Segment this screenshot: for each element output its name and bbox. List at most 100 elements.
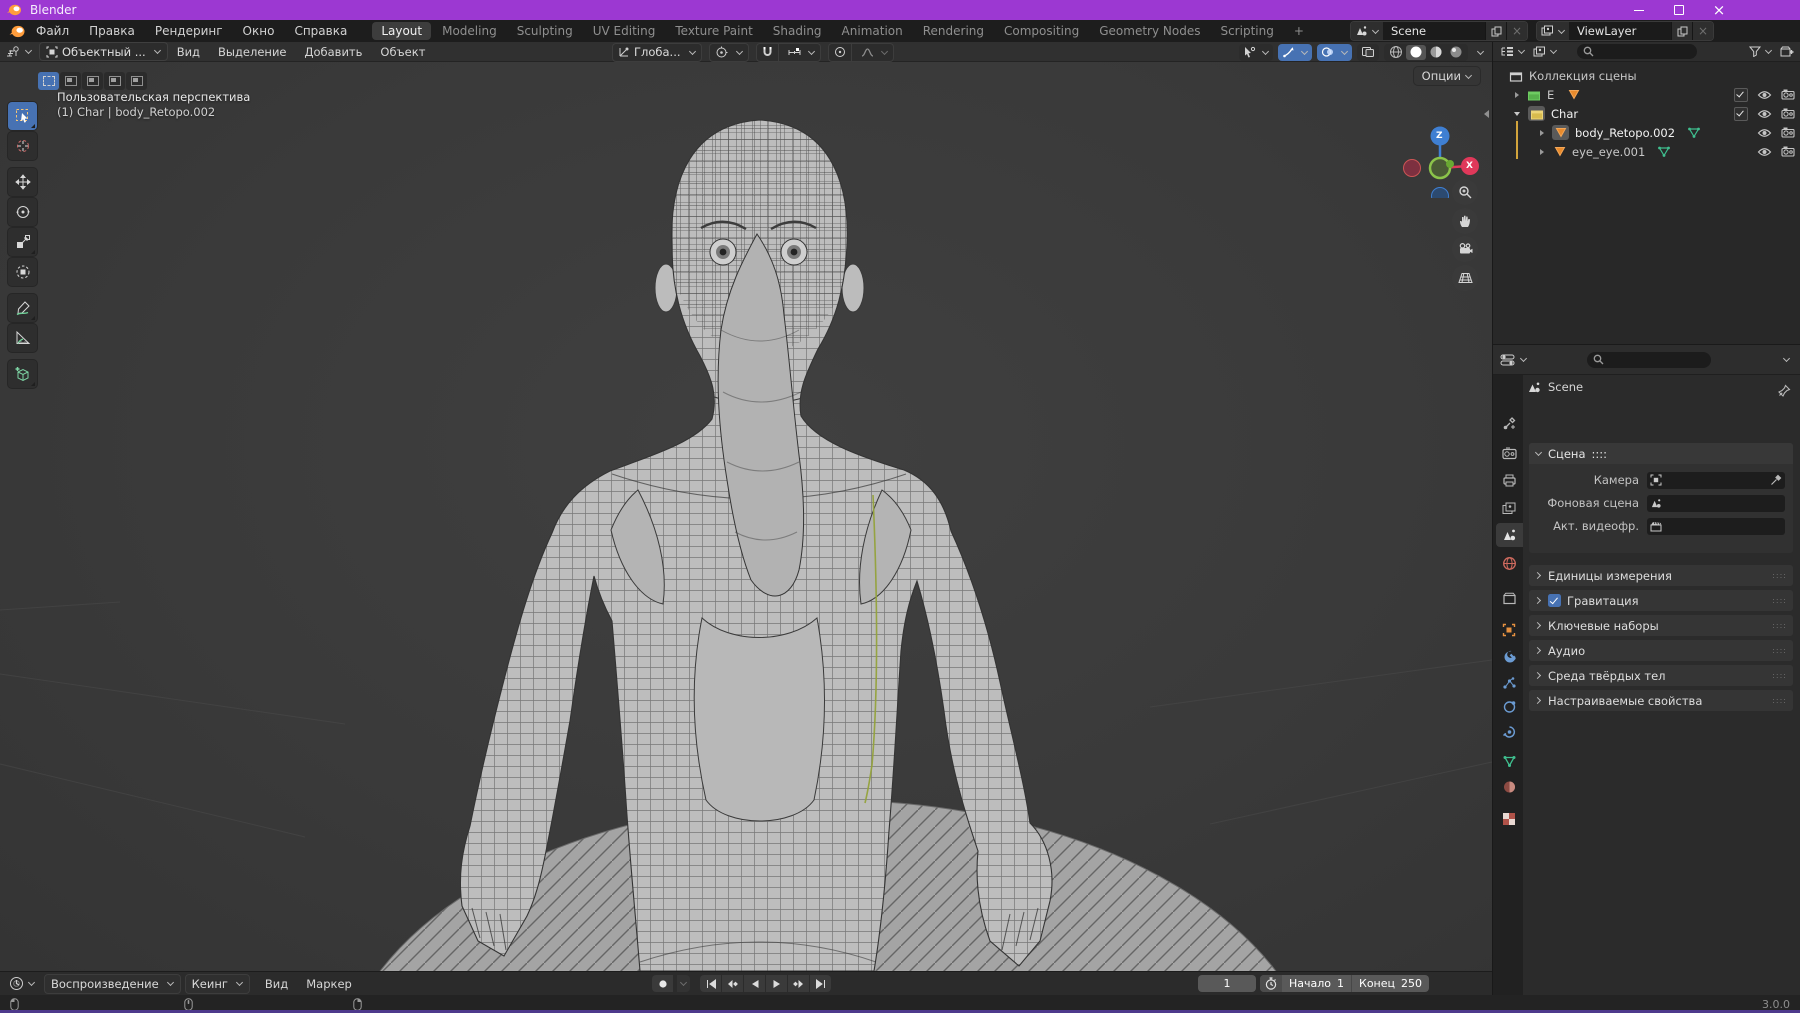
outliner-row-body-retopo[interactable]: body_Retopo.002: [1493, 123, 1800, 142]
tool-transform[interactable]: [8, 258, 37, 286]
tab-tool[interactable]: [1495, 411, 1523, 435]
tab-scene[interactable]: [1496, 523, 1523, 547]
camera-field[interactable]: [1647, 472, 1785, 489]
render-camera-icon[interactable]: [1781, 89, 1795, 100]
render-camera-icon[interactable]: [1781, 127, 1795, 138]
tab-world[interactable]: [1495, 551, 1523, 575]
expand-arrow-icon[interactable]: [1515, 92, 1519, 98]
play-reverse-button[interactable]: [744, 975, 765, 992]
zoom-button[interactable]: [1452, 179, 1478, 205]
shading-wireframe-button[interactable]: [1386, 45, 1406, 60]
expand-arrow-icon[interactable]: [1540, 130, 1544, 136]
record-dropdown[interactable]: [677, 975, 690, 992]
use-preview-range-button[interactable]: [1260, 975, 1282, 992]
outliner-row-collection-e[interactable]: E: [1493, 85, 1800, 104]
tab-object-data[interactable]: [1495, 749, 1523, 773]
render-camera-icon[interactable]: [1781, 108, 1795, 119]
panel-gravity[interactable]: Гравитация ::::: [1529, 590, 1793, 611]
tab-geometry-nodes[interactable]: Geometry Nodes: [1090, 22, 1209, 40]
options-dropdown[interactable]: Опции: [1414, 67, 1480, 85]
panel-grip-icon[interactable]: ::::: [1772, 696, 1787, 705]
menu-help[interactable]: Справка: [284, 20, 357, 42]
scene-copy-button[interactable]: [1485, 22, 1506, 40]
tool-select-box[interactable]: [8, 102, 37, 130]
tab-texture-paint[interactable]: Texture Paint: [666, 22, 761, 40]
shading-material-button[interactable]: [1426, 45, 1446, 60]
expand-arrow-icon[interactable]: [1540, 149, 1544, 155]
play-button[interactable]: [766, 975, 787, 992]
tab-physics[interactable]: [1495, 695, 1523, 719]
frame-end-field[interactable]: Конец 250: [1352, 975, 1429, 992]
timeline-menu-marker[interactable]: Маркер: [297, 977, 361, 991]
tab-object[interactable]: [1495, 618, 1523, 642]
frame-start-field[interactable]: Начало 1: [1282, 975, 1351, 992]
xray-toggle[interactable]: [1357, 44, 1379, 61]
visibility-dropdown[interactable]: [1239, 44, 1273, 61]
outliner-display-mode-button[interactable]: [1498, 42, 1527, 62]
tab-animation[interactable]: Animation: [833, 22, 912, 40]
select-mode-subtract[interactable]: [82, 72, 103, 90]
tab-constraints[interactable]: [1495, 720, 1523, 744]
viewlayer-browse-button[interactable]: [1537, 22, 1569, 40]
gizmo-toggle[interactable]: [1278, 44, 1312, 61]
scene-browse-button[interactable]: [1351, 22, 1383, 40]
playback-dropdown[interactable]: Воспроизведение: [44, 974, 181, 994]
minimize-button[interactable]: [1632, 3, 1646, 17]
pin-icon[interactable]: [1778, 383, 1791, 397]
collection-checkbox[interactable]: [1734, 107, 1748, 121]
menu-window[interactable]: Окно: [233, 20, 285, 42]
hide-eye-icon[interactable]: [1757, 90, 1772, 100]
properties-options-chevron[interactable]: [1783, 356, 1790, 363]
falloff-dropdown[interactable]: [856, 47, 893, 58]
viewlayer-copy-button[interactable]: [1671, 22, 1692, 40]
outliner-filter-collection-button[interactable]: [1531, 42, 1559, 62]
select-mode-intersect[interactable]: [126, 72, 147, 90]
viewlayer-name[interactable]: ViewLayer: [1569, 22, 1671, 40]
panel-grip-icon[interactable]: ::::: [1772, 596, 1787, 605]
shading-rendered-button[interactable]: [1446, 45, 1466, 60]
tab-uv-editing[interactable]: UV Editing: [584, 22, 665, 40]
tool-measure[interactable]: [8, 324, 37, 352]
perspective-toggle-button[interactable]: [1452, 265, 1478, 291]
menu-view[interactable]: Вид: [168, 45, 209, 59]
panel-grip-icon[interactable]: ::::: [1772, 671, 1787, 680]
properties-editor-type-button[interactable]: [1498, 350, 1529, 370]
panel-grip-icon[interactable]: ::::: [1772, 571, 1787, 580]
breadcrumb-scene[interactable]: Scene: [1548, 380, 1583, 394]
timeline-editor-type-button[interactable]: [4, 974, 40, 994]
tab-shading[interactable]: Shading: [764, 22, 831, 40]
close-button[interactable]: ×: [1712, 3, 1726, 17]
select-mode-extend[interactable]: [60, 72, 81, 90]
keying-dropdown[interactable]: Кеинг: [185, 974, 250, 994]
tab-collection[interactable]: [1495, 586, 1523, 610]
panel-units[interactable]: Единицы измерения ::::: [1529, 565, 1793, 586]
collection-checkbox[interactable]: [1734, 88, 1748, 102]
add-workspace-button[interactable]: +: [1285, 22, 1313, 40]
tab-compositing[interactable]: Compositing: [995, 22, 1088, 40]
gravity-checkbox[interactable]: [1548, 594, 1561, 607]
jump-to-start-button[interactable]: [700, 975, 721, 992]
menu-add[interactable]: Добавить: [296, 45, 372, 59]
scene-unlink-button[interactable]: ×: [1506, 22, 1527, 40]
proportional-edit-toggle[interactable]: [829, 44, 852, 61]
tab-output[interactable]: [1495, 468, 1523, 492]
editor-type-button[interactable]: [0, 42, 37, 62]
hide-eye-icon[interactable]: [1757, 109, 1772, 119]
next-keyframe-button[interactable]: [788, 975, 809, 992]
panel-grip-icon[interactable]: ::::: [1772, 621, 1787, 630]
outliner-filter-button[interactable]: [1747, 42, 1774, 62]
panel-grip-icon[interactable]: ::::: [1592, 447, 1608, 461]
tab-scripting[interactable]: Scripting: [1211, 22, 1282, 40]
outliner-row-collection-char[interactable]: Char: [1493, 104, 1800, 123]
sidebar-collapse-arrow[interactable]: [1484, 110, 1489, 118]
scene-panel-header[interactable]: Сцена ::::: [1529, 443, 1793, 464]
tab-particles[interactable]: [1495, 671, 1523, 695]
menu-render[interactable]: Рендеринг: [145, 20, 233, 42]
tool-scale[interactable]: [8, 228, 37, 256]
panel-keying-sets[interactable]: Ключевые наборы ::::: [1529, 615, 1793, 636]
render-camera-icon[interactable]: [1781, 146, 1795, 157]
maximize-button[interactable]: [1672, 3, 1686, 17]
tab-modeling[interactable]: Modeling: [433, 22, 506, 40]
panel-rigid-body[interactable]: Среда твёрдых тел ::::: [1529, 665, 1793, 686]
overlays-toggle[interactable]: [1317, 44, 1352, 61]
